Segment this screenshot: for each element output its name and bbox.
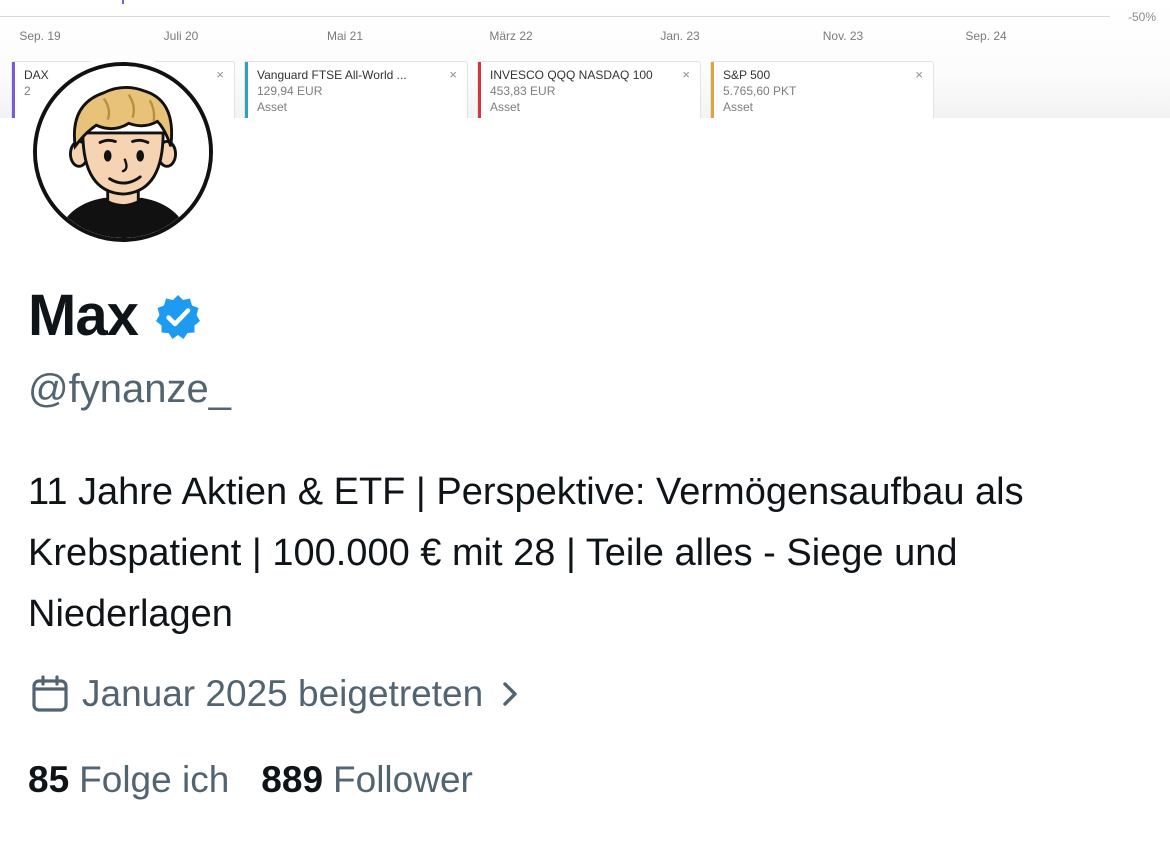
chart-axis-line <box>0 16 1110 17</box>
asset-card-invesco-qqq[interactable]: INVESCO QQQ NASDAQ 100 453,83 EUR Asset … <box>477 61 701 118</box>
chart-series-mark <box>122 0 124 4</box>
asset-name: Vanguard FTSE All-World ... <box>257 68 407 82</box>
chart-x-tick: Jan. 23 <box>660 29 700 43</box>
following-count: 85 <box>28 759 70 800</box>
asset-card-vanguard[interactable]: Vanguard FTSE All-World ... 129,94 EUR A… <box>244 61 468 118</box>
chart-x-tick: Nov. 23 <box>822 29 864 43</box>
profile-name-row: Max <box>28 282 202 350</box>
joined-date-link[interactable]: Januar 2025 beigetreten <box>30 668 523 720</box>
following-link[interactable]: 85 Folge ich <box>28 754 229 806</box>
chart-x-tick: März 22 <box>489 29 533 43</box>
verified-badge-icon[interactable] <box>154 293 202 341</box>
avatar-illustration <box>37 66 209 238</box>
profile-stats: 85 Folge ich 889 Follower <box>28 754 473 806</box>
close-icon[interactable]: × <box>682 67 690 82</box>
profile-bio: 11 Jahre Aktien & ETF | Perspektive: Ver… <box>28 471 1024 635</box>
chart-percent-label: -50% <box>1127 10 1156 24</box>
asset-color-bar <box>12 62 15 118</box>
calendar-icon <box>32 675 68 712</box>
asset-card-sp500[interactable]: S&P 500 5.765,60 PKT Asset × <box>710 61 934 118</box>
asset-color-bar <box>711 62 714 118</box>
asset-name: INVESCO QQQ NASDAQ 100 <box>490 68 653 82</box>
close-icon[interactable]: × <box>915 67 923 82</box>
asset-type: Asset <box>723 100 754 114</box>
asset-value: 5.765,60 PKT <box>723 84 797 98</box>
asset-color-bar <box>478 62 481 118</box>
asset-value: 129,94 EUR <box>257 84 323 98</box>
following-label: Folge ich <box>79 759 230 800</box>
asset-color-bar <box>245 62 248 118</box>
profile-handle: @fynanze_ <box>28 367 231 411</box>
joined-date-text: Januar 2025 beigetreten <box>82 673 484 714</box>
chart-x-tick: Sep. 19 <box>19 29 61 43</box>
followers-link[interactable]: 889 Follower <box>261 754 473 806</box>
chevron-right-icon <box>503 682 517 706</box>
followers-count: 889 <box>261 759 324 800</box>
asset-type: Asset <box>257 100 288 114</box>
asset-name: S&P 500 <box>723 68 771 82</box>
followers-label: Follower <box>333 759 473 800</box>
chart-x-tick: Mai 21 <box>326 29 364 43</box>
avatar[interactable] <box>33 62 213 242</box>
chart-x-tick: Sep. 24 <box>965 29 1007 43</box>
close-icon[interactable]: × <box>216 67 224 82</box>
profile-name: Max <box>28 283 139 348</box>
chart-x-tick: Juli 20 <box>163 29 199 43</box>
asset-type: Asset <box>490 100 521 114</box>
close-icon[interactable]: × <box>449 67 457 82</box>
asset-value: 453,83 EUR <box>490 84 556 98</box>
